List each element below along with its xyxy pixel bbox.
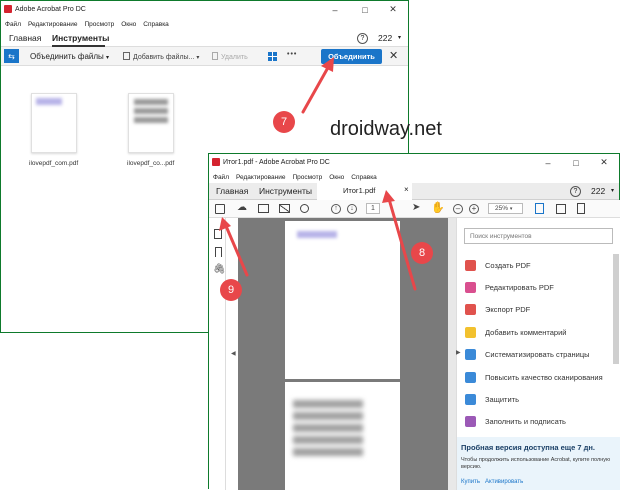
- step-badge-7: 7: [273, 111, 295, 133]
- step-badge-9: 9: [220, 279, 242, 301]
- arrow-9-head: [219, 217, 231, 231]
- arrow-7: [301, 62, 332, 114]
- step-badge-8: 8: [411, 242, 433, 264]
- annotation-arrows: [219, 57, 417, 291]
- arrow-8-head: [382, 190, 395, 203]
- arrow-8: [387, 197, 417, 291]
- arrow-9: [224, 224, 249, 277]
